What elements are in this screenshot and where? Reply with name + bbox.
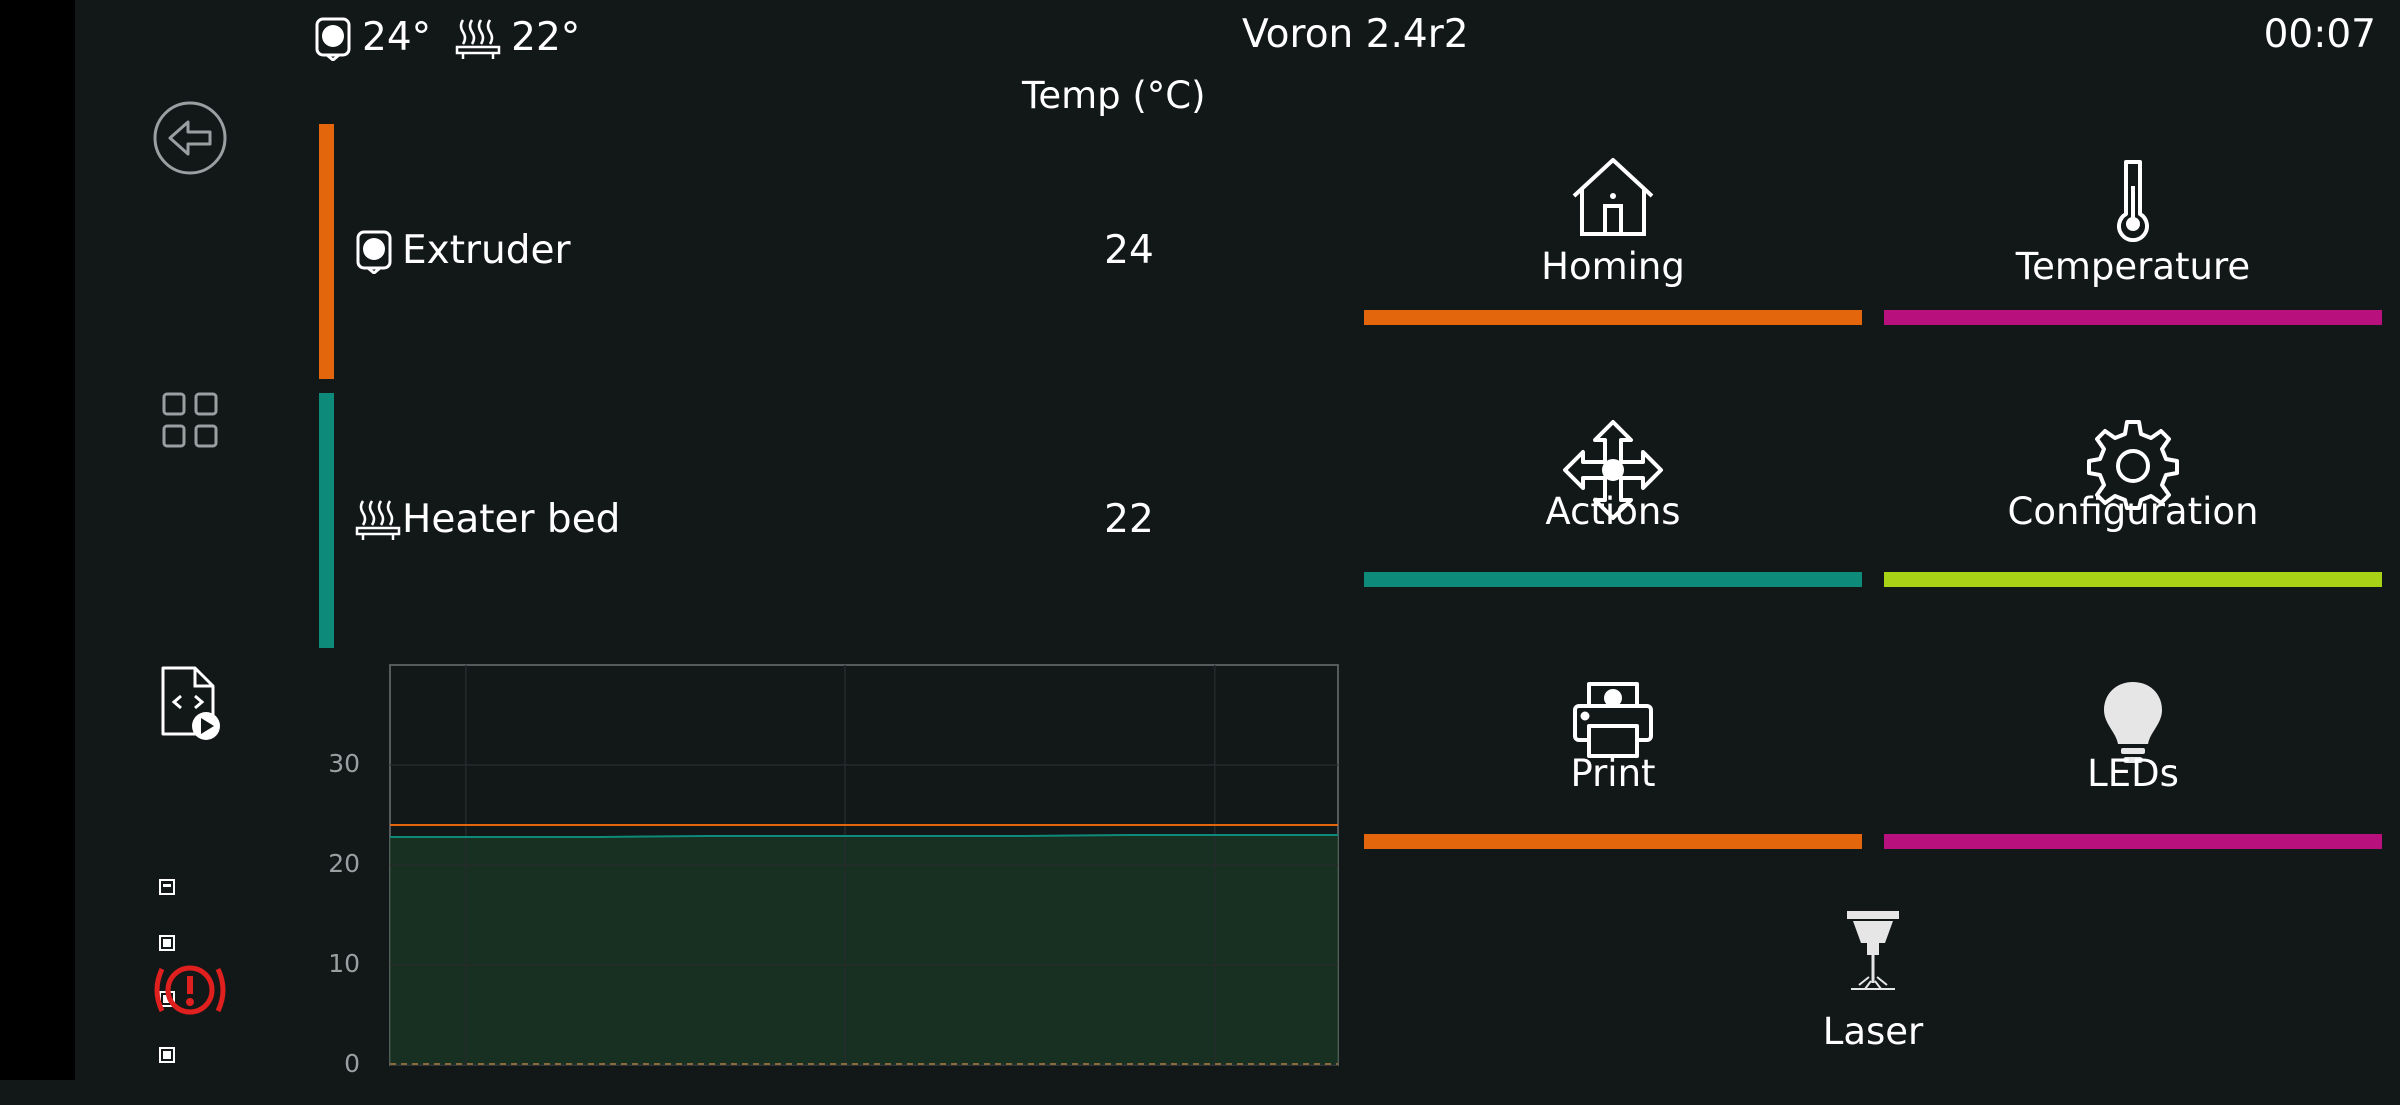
back-icon <box>152 100 228 180</box>
heater-temp-value: 22 <box>1104 497 1154 542</box>
menu-color-bar <box>1884 572 2382 587</box>
heater-bed-icon <box>355 497 401 545</box>
menu-color-bar <box>1364 310 1862 325</box>
mini-status-icon <box>158 934 176 952</box>
temperature-button[interactable]: Temperature <box>1884 148 2382 348</box>
menu-label: Temperature <box>2015 245 2251 288</box>
leds-button[interactable]: LEDs <box>1884 672 2382 872</box>
extruder-icon <box>355 228 393 278</box>
home-icon <box>1568 156 1658 242</box>
gcode-file-icon <box>157 664 223 746</box>
temperature-chart: 30 20 10 0 <box>300 660 1345 1080</box>
heater-name: Heater bed <box>402 497 621 542</box>
series-area-heater-bed <box>390 835 1338 1065</box>
heater-bed-icon <box>455 16 501 60</box>
grid-menu-icon <box>161 391 219 453</box>
heater-color-bar <box>319 393 334 648</box>
heater-color-bar <box>319 124 334 379</box>
actions-button[interactable]: Actions <box>1364 410 1862 610</box>
thermometer-icon <box>2113 156 2153 246</box>
heater-temp-value: 24 <box>1104 228 1154 273</box>
emergency-stop-icon <box>150 965 230 1029</box>
print-button[interactable]: Print <box>1364 672 1862 872</box>
heater-row-bed[interactable]: Heater bed 22 <box>319 393 1329 648</box>
homing-button[interactable]: Homing <box>1364 148 1862 348</box>
menu-label: Actions <box>1545 490 1681 533</box>
menu-color-bar <box>1364 572 1862 587</box>
menu-color-bar <box>1884 310 2382 325</box>
menu-label: Print <box>1570 752 1656 795</box>
heater-row-extruder[interactable]: Extruder 24 <box>319 124 1329 379</box>
laser-icon <box>1845 909 1901 995</box>
clock: 00:07 <box>2263 12 2376 57</box>
heater-name: Extruder <box>402 228 571 273</box>
screen-edge <box>0 0 75 1080</box>
extruder-icon <box>314 15 352 61</box>
status-bar: 24° 22° Voron 2.4r2 00:07 <box>75 0 2400 75</box>
configuration-button[interactable]: Configuration <box>1884 410 2382 610</box>
menu-color-bar <box>1364 834 1862 849</box>
bed-top-temp: 22° <box>511 15 581 60</box>
mini-status-icon <box>158 1046 176 1064</box>
laser-button[interactable]: Laser <box>1624 905 2122 1105</box>
menu-label: Laser <box>1822 1010 1924 1053</box>
menu-color-bar <box>1884 834 2382 849</box>
gcode-files-button[interactable] <box>155 665 225 745</box>
chart-canvas <box>389 664 1339 1066</box>
back-button[interactable] <box>150 100 230 180</box>
menu-label: Configuration <box>2007 490 2259 533</box>
menu-label: LEDs <box>2087 752 2179 795</box>
temperature-panel-heading: Temp (°C) <box>1022 74 1206 117</box>
emergency-stop-button[interactable] <box>150 955 230 1029</box>
top-temperatures: 24° 22° <box>314 10 580 65</box>
mini-status-icon <box>158 878 176 896</box>
menu-label: Homing <box>1541 245 1685 288</box>
printer-name: Voron 2.4r2 <box>1242 12 1469 57</box>
extruder-top-temp: 24° <box>362 15 432 60</box>
main-menu-button[interactable] <box>158 390 222 454</box>
